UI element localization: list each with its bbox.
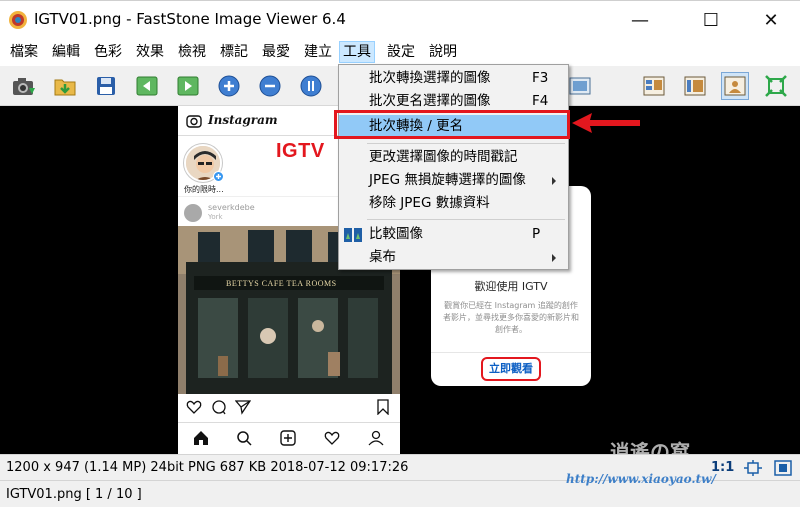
maximize-icon: ☐ [702,9,720,31]
menu-settings[interactable]: 設定 [384,41,418,63]
post-location: York [208,213,223,221]
fullscreen-view-icon [724,76,746,96]
menu-separator [367,219,565,220]
zoom-in-icon [218,75,240,97]
close-icon: ✕ [763,9,779,31]
menu-tools[interactable]: 工具 [339,41,375,63]
previous-button[interactable] [133,72,161,100]
dropdown-overlap-icon [569,77,591,95]
menu-item-label: 桌布 [369,249,396,265]
fullscreen-icon[interactable] [774,460,792,476]
post-username: severkdebe [208,203,255,212]
add-story-icon [213,171,224,182]
new-post-icon [280,430,296,446]
menu-item-shortcut: P [532,226,541,242]
menu-separator [367,143,565,144]
home-icon [194,431,208,445]
open-button[interactable] [51,72,79,100]
submenu-arrow-icon [552,254,556,262]
comment-icon [212,400,226,415]
divider [431,352,591,353]
menu-jpeg-lossless-rotate[interactable]: JPEG 無損旋轉選擇的圖像 [339,169,568,192]
menu-colors[interactable]: 色彩 [91,41,125,63]
browser-button[interactable] [681,72,709,100]
camera-icon [13,78,35,95]
acquire-button[interactable] [10,72,38,100]
menu-item-shortcut: F3 [532,70,549,86]
minimize-button[interactable]: — [617,1,663,39]
red-arrow-icon [572,113,640,133]
minimize-icon: — [631,9,649,31]
search-icon [237,431,252,446]
next-icon [177,76,199,96]
menu-item-label: 移除 JPEG 數據資料 [369,195,490,211]
watermark-logo: 逍遙の窩 [610,440,690,454]
shop-sign: BETTYS CAFE TEA ROOMS [226,279,337,288]
instagram-logo: Instagram [208,113,278,127]
actual-size-icon [300,75,322,97]
story-label: 你的限時... [184,185,224,194]
fit-icon[interactable] [744,460,762,476]
maximize-button[interactable]: ☐ [688,1,734,39]
watermark-url: http://www.xiaoyao.tw/ [566,472,716,486]
save-button[interactable] [92,72,120,100]
faststone-app-icon [9,11,27,29]
menu-wallpaper[interactable]: 桌布 [339,246,568,269]
fullscreen-button[interactable] [721,72,749,100]
menu-batch-convert[interactable]: 批次轉換選擇的圖像 F3 [339,67,568,90]
close-button[interactable]: ✕ [748,1,794,39]
title-bar: IGTV01.png - FastStone Image Viewer 6.4 … [0,0,800,38]
actual-size-button[interactable] [297,72,325,100]
bookmark-icon [377,399,389,415]
post-actions [178,396,400,418]
zoom-out-icon [259,75,281,97]
next-button[interactable] [174,72,202,100]
layout-button[interactable] [640,72,668,100]
fit-window-button[interactable] [762,72,790,100]
menu-item-label: 更改選擇圖像的時間戳記 [369,149,518,165]
post-avatar [184,204,202,222]
window-title: IGTV01.png - FastStone Image Viewer 6.4 [34,10,346,28]
camera-icon [186,115,202,128]
menu-item-label: JPEG 無損旋轉選擇的圖像 [369,172,526,188]
welcome-title: 歡迎使用 IGTV [474,280,548,293]
menu-favorites[interactable]: 最愛 [259,41,293,63]
menu-edit[interactable]: 編輯 [49,41,83,63]
menu-item-label: 批次轉換選擇的圖像 [369,70,491,86]
zoom-in-button[interactable] [215,72,243,100]
menu-create[interactable]: 建立 [301,41,335,63]
activity-heart-icon [324,431,340,445]
file-position: IGTV01.png [ 1 / 10 ] [6,487,142,502]
menu-help[interactable]: 說明 [426,41,460,63]
menu-tags[interactable]: 標記 [217,41,251,63]
menu-compare-images[interactable]: 比較圖像 P [339,223,568,246]
image-info: 1200 x 947 (1.14 MP) 24bit PNG 687 KB 20… [6,460,409,475]
slideshow-button[interactable] [566,72,594,100]
zoom-out-button[interactable] [256,72,284,100]
layout-icon [643,76,665,96]
menu-file[interactable]: 檔案 [7,41,41,63]
menu-change-timestamp[interactable]: 更改選擇圖像的時間戳記 [339,146,568,169]
open-folder-icon [54,79,76,96]
menu-effects[interactable]: 效果 [133,41,167,63]
welcome-description: 觀賞你已經在 Instagram 追蹤的創作者影片，並尋找更多你喜愛的新影片和創… [443,301,579,334]
profile-icon [368,430,384,446]
igtv-annotation: IGTV [276,140,325,162]
menu-remove-jpeg-metadata[interactable]: 移除 JPEG 數據資料 [339,192,568,215]
compare-icon [344,228,362,242]
previous-icon [136,76,158,96]
save-icon [97,77,115,95]
fit-window-icon [765,75,787,97]
menu-bar: 檔案 編輯 色彩 效果 檢視 標記 最愛 建立 工具 設定 說明 [0,38,800,66]
heart-icon [186,400,202,414]
submenu-arrow-icon [552,177,556,185]
share-icon [235,400,251,415]
tools-menu: 批次轉換選擇的圖像 F3 批次更名選擇的圖像 F4 批次轉換 / 更名 更改選擇… [338,64,569,270]
annotation-highlight-box [334,110,570,139]
instagram-bottom-nav [178,422,400,454]
browser-icon [684,76,706,96]
watch-now-button: 立即觀看 [481,357,541,381]
menu-item-label: 比較圖像 [369,226,423,242]
menu-view[interactable]: 檢視 [175,41,209,63]
